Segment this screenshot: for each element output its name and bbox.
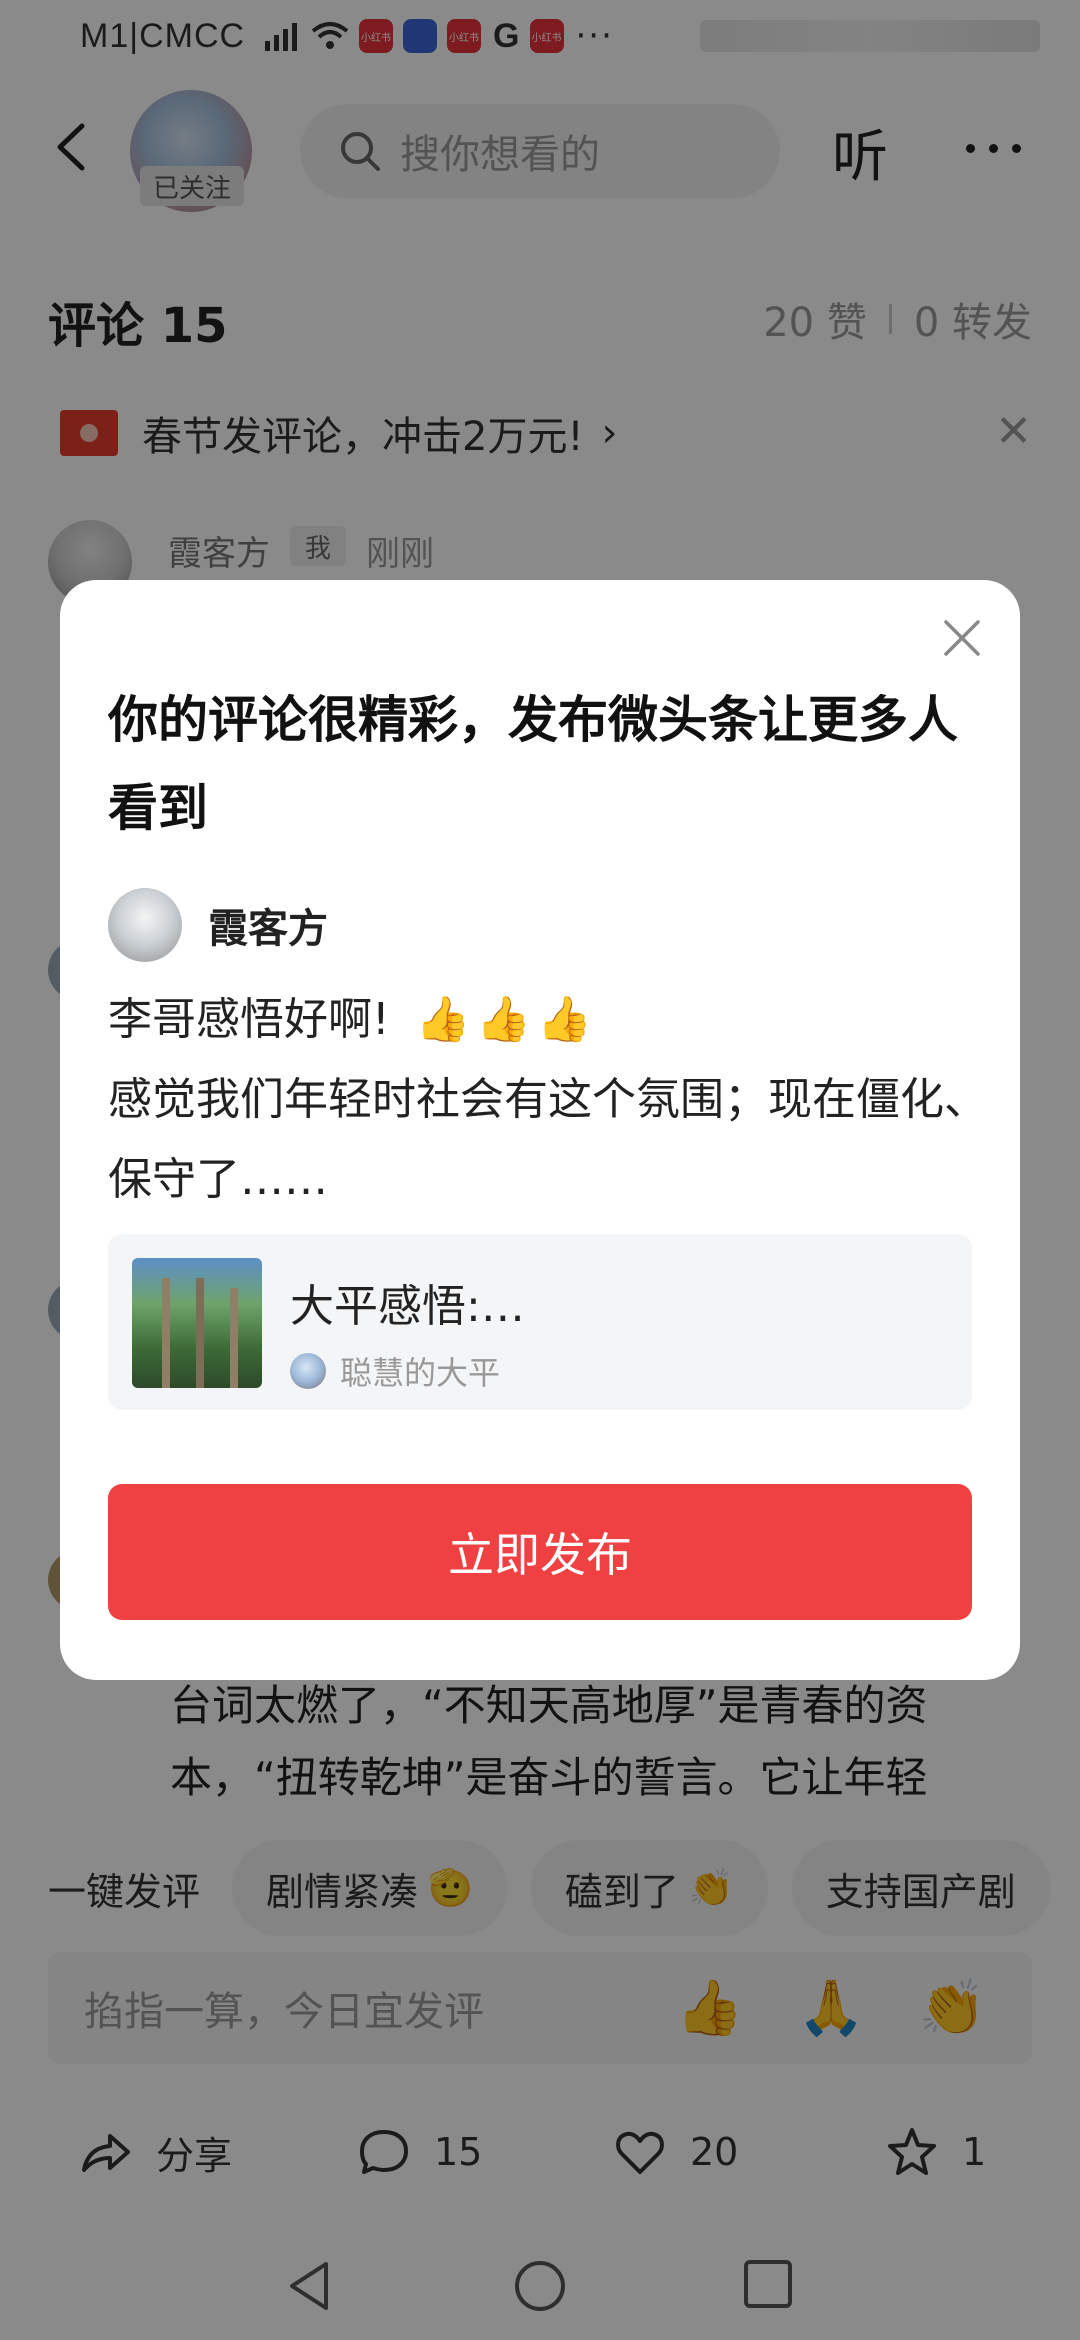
- user-avatar: [108, 888, 182, 962]
- comment-line-text: 李哥感悟好啊!: [108, 994, 390, 1045]
- comment-preview: 李哥感悟好啊! 👍👍👍 感觉我们年轻时社会有这个氛围；现在僵化、保守了……: [108, 980, 998, 1220]
- publish-dialog: 你的评论很精彩，发布微头条让更多人看到 霞客方 李哥感悟好啊! 👍👍👍 感觉我们年…: [60, 580, 1020, 1680]
- user-name: 霞客方: [208, 906, 328, 952]
- article-author-name: 聪慧的大平: [340, 1354, 501, 1392]
- article-title: 大平感悟:…: [290, 1281, 525, 1332]
- comment-line-text: 感觉我们年轻时社会有这个氛围；现在僵化、保守了……: [108, 1074, 988, 1205]
- author-mini-avatar: [290, 1353, 326, 1389]
- article-thumbnail: [132, 1258, 262, 1388]
- publish-now-button[interactable]: 立即发布: [108, 1484, 972, 1620]
- dialog-title: 你的评论很精彩，发布微头条让更多人看到: [108, 691, 958, 837]
- dialog-user: 霞客方: [108, 888, 328, 962]
- close-icon[interactable]: [940, 616, 984, 660]
- article-card[interactable]: 大平感悟:… 聪慧的大平: [108, 1234, 972, 1410]
- article-author: 聪慧的大平: [290, 1348, 500, 1394]
- comment-line: 李哥感悟好啊! 👍👍👍: [108, 980, 998, 1060]
- thumbs-up-emojis: 👍👍👍: [415, 994, 598, 1045]
